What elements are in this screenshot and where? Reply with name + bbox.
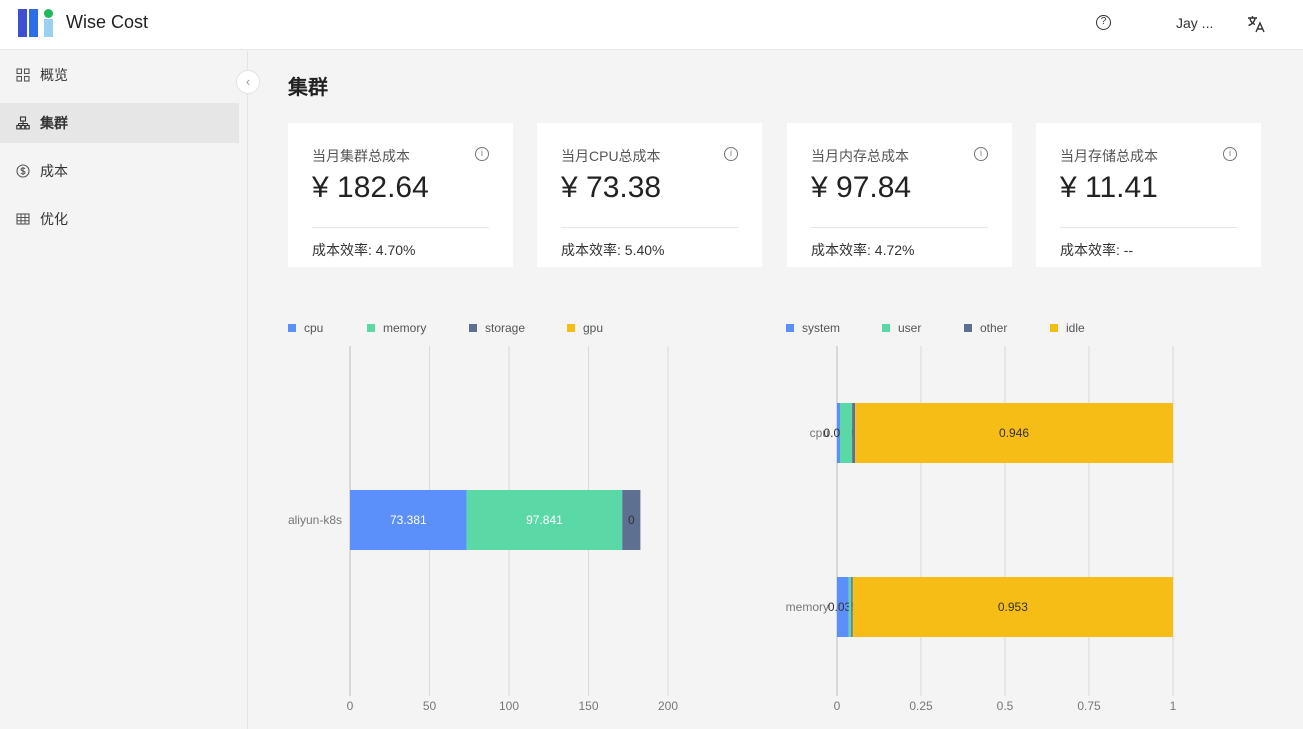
legend-label: system: [802, 321, 840, 335]
divider: [1060, 227, 1237, 228]
x-tick-label: 0.25: [909, 699, 933, 713]
legend-label: idle: [1066, 321, 1085, 335]
card-efficiency: 成本效率: 4.70%: [312, 242, 416, 258]
bar-data-label: 97.841: [526, 513, 563, 527]
x-tick-label: 0: [834, 699, 841, 713]
y-tick-label: aliyun-k8s: [288, 513, 342, 527]
bar-data-label: 0.946: [999, 426, 1029, 440]
translate-icon[interactable]: [1245, 13, 1267, 35]
legend-marker: [786, 324, 794, 332]
bar-segment: [840, 403, 853, 463]
legend-label: memory: [383, 321, 426, 335]
legend-marker: [882, 324, 890, 332]
top-bar: Wise Cost ? Jay ...: [0, 0, 1303, 50]
legend-label: gpu: [583, 321, 603, 335]
cost-card-cpu: 当月CPU总成本 i ¥ 73.38 成本效率: 5.40%: [537, 123, 762, 267]
y-tick-label: memory: [786, 600, 829, 614]
bar-data-label: 0: [628, 513, 635, 527]
sidebar-item-cluster[interactable]: 集群: [0, 103, 239, 143]
divider: [312, 227, 489, 228]
page-title: 集群: [288, 77, 328, 99]
legend-label: other: [980, 321, 1007, 335]
bar-segment: [851, 577, 853, 637]
card-efficiency: 成本效率: --: [1060, 242, 1134, 258]
sidebar-item-overview[interactable]: 概览: [0, 55, 239, 95]
x-tick-label: 100: [499, 699, 519, 713]
x-tick-label: 0.75: [1077, 699, 1101, 713]
bar-segment: [852, 403, 856, 463]
info-icon[interactable]: i: [974, 147, 988, 161]
card-efficiency: 成本效率: 4.72%: [811, 242, 915, 258]
x-tick-label: 1: [1170, 699, 1177, 713]
cost-card-total: 当月集群总成本 i ¥ 182.64 成本效率: 4.70%: [288, 123, 513, 267]
legend-marker: [367, 324, 375, 332]
collapse-sidebar-button[interactable]: ‹: [236, 70, 260, 94]
dashboard-grid-icon: [16, 68, 30, 82]
x-tick-label: 0: [347, 699, 354, 713]
card-efficiency: 成本效率: 5.40%: [561, 242, 665, 258]
card-value: ¥ 11.41: [1060, 171, 1158, 204]
help-icon[interactable]: ?: [1096, 15, 1111, 30]
legend-label: user: [898, 321, 921, 335]
legend-label: storage: [485, 321, 525, 335]
card-value: ¥ 97.84: [811, 171, 912, 204]
x-tick-label: 200: [658, 699, 678, 713]
sidebar-item-optimize[interactable]: 优化: [0, 199, 239, 239]
x-tick-label: 150: [578, 699, 598, 713]
sidebar: ‹ 概览 集群 成本 优化: [0, 51, 260, 729]
divider: [561, 227, 738, 228]
app-logo[interactable]: [18, 9, 56, 39]
legend-marker: [1050, 324, 1058, 332]
sidebar-item-label: 优化: [40, 211, 68, 227]
cost-card-memory: 当月内存总成本 i ¥ 97.84 成本效率: 4.72%: [787, 123, 1012, 267]
resource-utilization-chart: system user other idle0 0.25 0.5 0.75 1cpu0.009…: [786, 321, 1177, 713]
user-menu[interactable]: Jay ...: [1176, 15, 1213, 31]
legend-marker: [567, 324, 575, 332]
legend-label: cpu: [304, 321, 323, 335]
card-label: 当月CPU总成本: [561, 148, 661, 164]
x-tick-label: 0.5: [997, 699, 1014, 713]
app-title: Wise Cost: [66, 12, 149, 32]
card-label: 当月存储总成本: [1060, 148, 1158, 164]
divider: [811, 227, 988, 228]
sidebar-item-label: 成本: [40, 163, 68, 179]
x-tick-label: 50: [423, 699, 437, 713]
bar-segment: [848, 577, 852, 637]
sidebar-item-cost[interactable]: 成本: [0, 151, 239, 191]
bar-data-label: 73.381: [390, 513, 427, 527]
legend-marker: [964, 324, 972, 332]
info-icon[interactable]: i: [475, 147, 489, 161]
card-value: ¥ 73.38: [561, 171, 662, 204]
table-grid-icon: [16, 213, 30, 225]
sidebar-item-label: 集群: [40, 115, 68, 131]
card-label: 当月集群总成本: [312, 148, 410, 164]
cluster-cost-chart: cpu memory storage gpu 0 50 100 150 200 aliyun-k8…: [288, 321, 678, 713]
sidebar-item-label: 概览: [40, 67, 68, 83]
legend-marker: [288, 324, 296, 332]
card-value: ¥ 182.64: [312, 171, 429, 204]
legend-marker: [469, 324, 477, 332]
cost-card-storage: 当月存储总成本 i ¥ 11.41 成本效率: --: [1036, 123, 1261, 267]
cluster-icon: [16, 116, 30, 130]
card-label: 当月内存总成本: [811, 148, 909, 164]
dollar-circle-icon: [16, 164, 30, 178]
info-icon[interactable]: i: [1223, 147, 1237, 161]
bar-data-label: 0.953: [998, 600, 1028, 614]
info-icon[interactable]: i: [724, 147, 738, 161]
